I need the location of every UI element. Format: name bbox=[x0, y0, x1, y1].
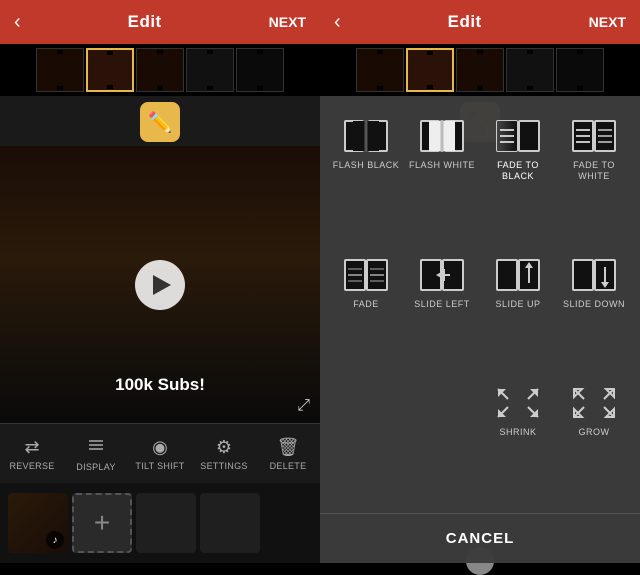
delete-icon: 🗑 bbox=[277, 437, 300, 458]
left-play-button[interactable] bbox=[135, 260, 185, 310]
grow-label: GROW bbox=[579, 427, 610, 438]
right-film-frame-selected[interactable] bbox=[406, 48, 454, 92]
right-back-button[interactable]: ‹ bbox=[334, 11, 341, 34]
slide-left-label: SLIDE LEFT bbox=[414, 299, 470, 310]
film-frame[interactable] bbox=[186, 48, 234, 92]
display-icon bbox=[87, 436, 105, 459]
fade-label: FADE bbox=[353, 299, 379, 310]
cancel-label[interactable]: CANCEL bbox=[446, 530, 515, 547]
slide-up-icon bbox=[494, 257, 542, 293]
fade-to-white-icon bbox=[570, 118, 618, 154]
transition-slide-left[interactable]: SLIDE LEFT bbox=[404, 249, 480, 377]
transition-overlay: FLASH BLACK FLASH WHITE bbox=[320, 96, 640, 563]
fade-icon bbox=[342, 257, 390, 293]
right-top-bar: ‹ Edit NEXT bbox=[320, 0, 640, 44]
transition-slide-down[interactable]: SLIDE DOWN bbox=[556, 249, 632, 377]
left-next-button[interactable]: NEXT bbox=[269, 14, 306, 30]
left-expand-icon[interactable]: ⤢ bbox=[297, 397, 310, 415]
grow-icon bbox=[570, 385, 618, 421]
fade-to-black-icon bbox=[494, 118, 542, 154]
reverse-label: REVERSE bbox=[9, 461, 54, 471]
flash-black-label: FLASH BLACK bbox=[333, 160, 400, 171]
display-label: DISPLAY bbox=[76, 462, 115, 472]
transition-flash-black[interactable]: FLASH BLACK bbox=[328, 110, 404, 249]
slide-up-label: SLIDE UP bbox=[495, 299, 540, 310]
toolbar-item-reverse[interactable]: ⇄ REVERSE bbox=[0, 437, 64, 471]
right-film-frame[interactable] bbox=[356, 48, 404, 92]
left-bottom-toolbar: ⇄ REVERSE DISPLAY ◉ TILT SHIFT ⚙ SETTING… bbox=[0, 423, 320, 483]
left-clip-strip: ♪ + bbox=[0, 483, 320, 563]
transition-grid: FLASH BLACK FLASH WHITE bbox=[320, 96, 640, 513]
flash-black-icon bbox=[342, 118, 390, 154]
left-edit-icon-wrap: ✏️ bbox=[0, 96, 320, 146]
transition-empty bbox=[328, 377, 404, 505]
tiltshift-icon: ◉ bbox=[152, 437, 168, 458]
transition-fade[interactable]: FADE bbox=[328, 249, 404, 377]
clip-thumb-1[interactable]: ♪ bbox=[8, 493, 68, 553]
left-top-bar: ‹ Edit NEXT bbox=[0, 0, 320, 44]
fade-to-white-label: FADE TO WHITE bbox=[560, 160, 628, 182]
transition-flash-white[interactable]: FLASH WHITE bbox=[404, 110, 480, 249]
settings-label: SETTINGS bbox=[200, 461, 247, 471]
right-film-frame[interactable] bbox=[556, 48, 604, 92]
tiltshift-label: TILT SHIFT bbox=[135, 461, 184, 471]
left-video-title: 100k Subs! bbox=[115, 375, 205, 395]
audio-icon: ♪ bbox=[46, 531, 64, 549]
toolbar-item-tiltshift[interactable]: ◉ TILT SHIFT bbox=[128, 437, 192, 471]
transition-grow[interactable]: GROW bbox=[556, 377, 632, 505]
cancel-bar[interactable]: CANCEL bbox=[320, 513, 640, 563]
right-film-frame[interactable] bbox=[456, 48, 504, 92]
left-panel: ‹ Edit NEXT ✏️ 100k Subs! ⤢ ⇄ REVERSE bbox=[0, 0, 320, 563]
right-panel: ‹ Edit NEXT ✏️ bbox=[320, 0, 640, 563]
transition-fade-to-white[interactable]: FADE TO WHITE bbox=[556, 110, 632, 249]
shrink-icon bbox=[494, 385, 542, 421]
reverse-icon: ⇄ bbox=[24, 437, 39, 458]
transition-shrink[interactable]: SHRINK bbox=[480, 377, 556, 505]
toolbar-item-display[interactable]: DISPLAY bbox=[64, 436, 128, 472]
shrink-label: SHRINK bbox=[499, 427, 536, 438]
transition-slide-up[interactable]: SLIDE UP bbox=[480, 249, 556, 377]
left-filmstrip bbox=[0, 44, 320, 96]
film-frame-selected[interactable] bbox=[86, 48, 134, 92]
flash-white-label: FLASH WHITE bbox=[409, 160, 475, 171]
right-title: Edit bbox=[448, 12, 482, 32]
slide-down-icon bbox=[570, 257, 618, 293]
left-video-area: 100k Subs! ⤢ bbox=[0, 146, 320, 423]
empty-clip-1 bbox=[136, 493, 196, 553]
slide-left-icon bbox=[418, 257, 466, 293]
right-film-frame[interactable] bbox=[506, 48, 554, 92]
film-frame[interactable] bbox=[236, 48, 284, 92]
delete-label: DELETE bbox=[270, 461, 307, 471]
film-frame[interactable] bbox=[136, 48, 184, 92]
transition-fade-to-black[interactable]: FADE TO BLACK bbox=[480, 110, 556, 249]
film-frame[interactable] bbox=[36, 48, 84, 92]
fade-to-black-label: FADE TO BLACK bbox=[484, 160, 552, 182]
empty-clip-2 bbox=[200, 493, 260, 553]
transition-empty2 bbox=[404, 377, 480, 505]
add-clip-button[interactable]: + bbox=[72, 493, 132, 553]
flash-white-icon bbox=[418, 118, 466, 154]
left-edit-icon-badge[interactable]: ✏️ bbox=[140, 102, 180, 142]
right-next-button[interactable]: NEXT bbox=[589, 14, 626, 30]
toolbar-item-settings[interactable]: ⚙ SETTINGS bbox=[192, 437, 256, 471]
toolbar-item-delete[interactable]: 🗑 DELETE bbox=[256, 437, 320, 471]
slide-down-label: SLIDE DOWN bbox=[563, 299, 625, 310]
left-title: Edit bbox=[128, 12, 162, 32]
right-filmstrip bbox=[320, 44, 640, 96]
left-back-button[interactable]: ‹ bbox=[14, 11, 21, 34]
settings-icon: ⚙ bbox=[216, 437, 232, 458]
